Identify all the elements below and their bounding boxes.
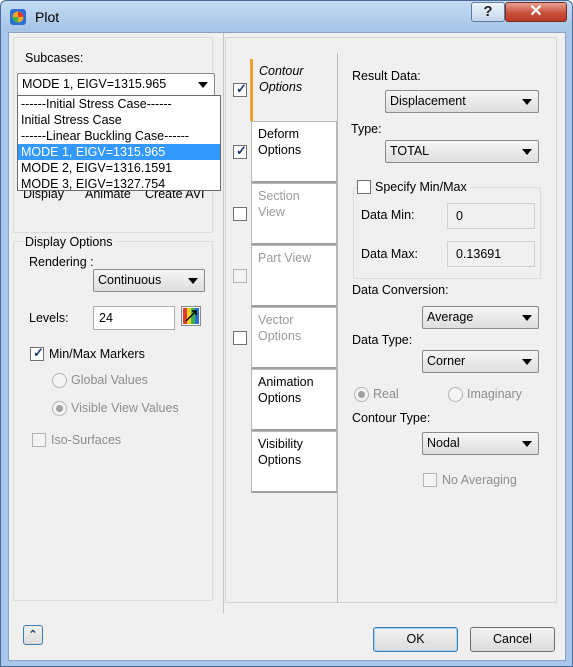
rendering-select[interactable]: Continuous — [93, 269, 205, 292]
display-options-label: Display Options — [23, 235, 115, 249]
part-view-checkbox[interactable] — [233, 269, 247, 283]
data-type-select-value: Corner — [427, 354, 466, 368]
minmax-markers-checkbox[interactable]: ✓ — [30, 345, 44, 361]
contour-type-select-value: Nodal — [427, 436, 460, 450]
check-icon: ✓ — [236, 143, 247, 158]
chevron-down-icon — [522, 441, 532, 447]
chevron-down-icon — [522, 315, 532, 321]
global-values-label: Global Values — [71, 373, 148, 387]
result-data-select-value: Displacement — [390, 94, 466, 108]
no-averaging-label: No Averaging — [442, 473, 517, 487]
global-values-radio[interactable] — [52, 373, 67, 388]
result-data-label: Result Data: — [352, 69, 421, 83]
deform-options-checkbox[interactable]: ✓ — [233, 143, 247, 159]
chevron-down-icon — [188, 278, 198, 284]
check-icon: ✓ — [33, 345, 44, 360]
type-label: Type: — [351, 122, 382, 136]
display-options-group — [13, 241, 213, 601]
contour-type-label: Contour Type: — [352, 411, 431, 425]
tab-visibility-options[interactable]: Visibility Options — [251, 431, 337, 493]
type-select-value: TOTAL — [390, 144, 430, 158]
close-button[interactable]: ✕ — [505, 2, 567, 22]
dialog-body: Subcases: MODE 1, EIGV=1315.965 Display … — [8, 32, 566, 661]
tab-part-view[interactable]: Part View — [251, 245, 337, 307]
result-data-select[interactable]: Displacement — [385, 90, 539, 113]
data-max-value: 0.13691 — [456, 247, 502, 261]
chevron-down-icon — [522, 149, 532, 155]
help-button[interactable]: ? — [471, 2, 505, 22]
window-title: Plot — [35, 9, 60, 25]
type-select[interactable]: TOTAL — [385, 140, 539, 163]
specify-minmax-checkbox[interactable] — [357, 180, 371, 194]
data-min-field[interactable]: 0 — [447, 203, 535, 229]
chevron-up-icon: ⌃ — [28, 629, 38, 641]
list-item[interactable]: MODE 3, EIGV=1327.754 — [18, 176, 220, 192]
visible-view-values-radio[interactable] — [52, 401, 67, 416]
tab-section-view[interactable]: Section View — [251, 183, 337, 245]
subcases-dropdown-list[interactable]: ------Initial Stress Case------ Initial … — [17, 95, 221, 191]
tab-contour-options[interactable]: Contour Options — [250, 59, 336, 121]
minmax-markers-label: Min/Max Markers — [49, 347, 145, 361]
imaginary-radio[interactable] — [448, 387, 463, 402]
list-item[interactable]: ------Initial Stress Case------ — [18, 96, 220, 112]
chevron-down-icon — [198, 82, 208, 88]
levels-input-value: 24 — [99, 311, 113, 325]
list-item[interactable]: Initial Stress Case — [18, 112, 220, 128]
subcases-select-value: MODE 1, EIGV=1315.965 — [22, 77, 167, 91]
data-type-label: Data Type: — [352, 333, 413, 347]
subcases-label: Subcases: — [25, 51, 84, 65]
expand-button[interactable]: ⌃ — [23, 625, 43, 645]
real-label: Real — [373, 387, 399, 401]
data-conversion-select-value: Average — [427, 310, 474, 324]
section-view-checkbox[interactable] — [233, 207, 247, 221]
contour-options-checkbox[interactable]: ✓ — [233, 81, 247, 97]
ok-button[interactable]: OK — [373, 627, 458, 652]
color-palette-icon[interactable] — [181, 306, 201, 326]
list-item[interactable]: MODE 2, EIGV=1316.1591 — [18, 160, 220, 176]
list-item[interactable]: ------Linear Buckling Case------ — [18, 128, 220, 144]
imaginary-label: Imaginary — [467, 387, 522, 401]
contour-type-select[interactable]: Nodal — [422, 432, 539, 455]
tab-animation-options[interactable]: Animation Options — [251, 369, 337, 431]
subcases-select[interactable]: MODE 1, EIGV=1315.965 — [17, 73, 215, 96]
radio-dot-icon — [358, 391, 365, 398]
data-conversion-select[interactable]: Average — [422, 306, 539, 329]
data-conversion-label: Data Conversion: — [352, 283, 449, 297]
iso-surfaces-checkbox[interactable] — [32, 433, 46, 447]
no-averaging-checkbox[interactable] — [423, 473, 437, 487]
data-type-select[interactable]: Corner — [422, 350, 539, 373]
list-item-selected[interactable]: MODE 1, EIGV=1315.965 — [18, 144, 220, 160]
data-min-label: Data Min: — [361, 208, 415, 222]
cancel-button[interactable]: Cancel — [470, 627, 555, 652]
specify-minmax-label: Specify Min/Max — [375, 180, 470, 194]
iso-surfaces-label: Iso-Surfaces — [51, 433, 122, 447]
data-max-label: Data Max: — [361, 247, 418, 261]
levels-input[interactable]: 24 — [93, 306, 175, 330]
tab-vector-options[interactable]: Vector Options — [251, 307, 337, 369]
chevron-down-icon — [522, 99, 532, 105]
levels-label: Levels: — [29, 311, 69, 325]
chevron-down-icon — [522, 359, 532, 365]
rendering-select-value: Continuous — [98, 273, 162, 287]
panel-divider — [223, 33, 224, 613]
radio-dot-icon — [56, 405, 63, 412]
tab-deform-options[interactable]: Deform Options — [251, 121, 337, 183]
vector-options-checkbox[interactable] — [233, 331, 247, 345]
title-bar[interactable]: Plot ? ✕ — [1, 1, 572, 31]
tab-content-border — [337, 53, 338, 603]
plot-dialog: Plot ? ✕ Subcases: MODE 1, EIGV=1315.965… — [0, 0, 573, 667]
app-icon — [10, 9, 26, 25]
rendering-label: Rendering : — [29, 255, 94, 269]
visible-view-values-label: Visible View Values — [71, 401, 179, 415]
data-max-field[interactable]: 0.13691 — [447, 241, 535, 267]
data-min-value: 0 — [456, 209, 463, 223]
check-icon: ✓ — [236, 81, 247, 96]
real-radio[interactable] — [354, 387, 369, 402]
